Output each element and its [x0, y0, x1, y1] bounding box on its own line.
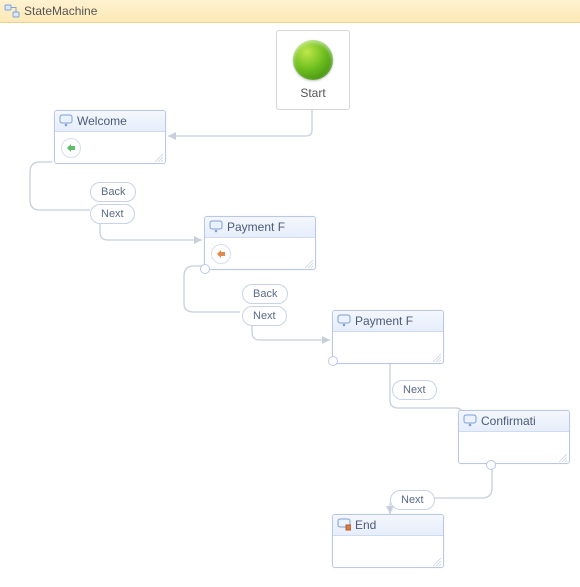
activity-title: StateMachine — [24, 4, 97, 18]
start-node[interactable]: Start — [276, 30, 350, 110]
state-title: Payment F — [355, 314, 413, 328]
connector-dot — [486, 460, 496, 470]
statemachine-designer-canvas[interactable]: StateMachine Start Welcome Back Next — [0, 0, 580, 587]
activity-title-bar: StateMachine — [0, 0, 580, 23]
transition-payment1-next[interactable]: Next — [242, 306, 287, 326]
state-confirmation[interactable]: Confirmati — [458, 410, 570, 464]
transition-welcome-back[interactable]: Back — [90, 182, 136, 202]
state-title: Payment F — [227, 220, 285, 234]
resize-grip-icon[interactable] — [303, 257, 313, 267]
state-icon — [463, 414, 477, 428]
state-icon — [59, 114, 73, 128]
state-payment-2[interactable]: Payment F — [332, 310, 444, 364]
resize-grip-icon[interactable] — [557, 451, 567, 461]
state-welcome[interactable]: Welcome — [54, 110, 166, 164]
state-title: End — [355, 518, 376, 532]
transition-welcome-next[interactable]: Next — [90, 204, 135, 224]
state-title: Welcome — [77, 114, 127, 128]
transition-confirm-next[interactable]: Next — [390, 490, 435, 510]
entry-action-icon — [211, 244, 231, 264]
resize-grip-icon[interactable] — [431, 555, 441, 565]
state-icon — [337, 314, 351, 328]
resize-grip-icon[interactable] — [153, 151, 163, 161]
entry-action-icon — [61, 138, 81, 158]
state-icon — [209, 220, 223, 234]
statemachine-icon — [4, 3, 20, 19]
transition-payment1-back[interactable]: Back — [242, 284, 288, 304]
state-payment-1[interactable]: Payment F — [204, 216, 316, 270]
connector-dot — [200, 264, 210, 274]
transition-payment2-next[interactable]: Next — [392, 380, 437, 400]
final-state-icon — [337, 518, 351, 532]
connector-dot — [328, 356, 338, 366]
state-title: Confirmati — [481, 414, 536, 428]
start-label: Start — [300, 86, 325, 100]
state-end[interactable]: End — [332, 514, 444, 568]
resize-grip-icon[interactable] — [431, 351, 441, 361]
start-ball-icon — [293, 40, 333, 80]
